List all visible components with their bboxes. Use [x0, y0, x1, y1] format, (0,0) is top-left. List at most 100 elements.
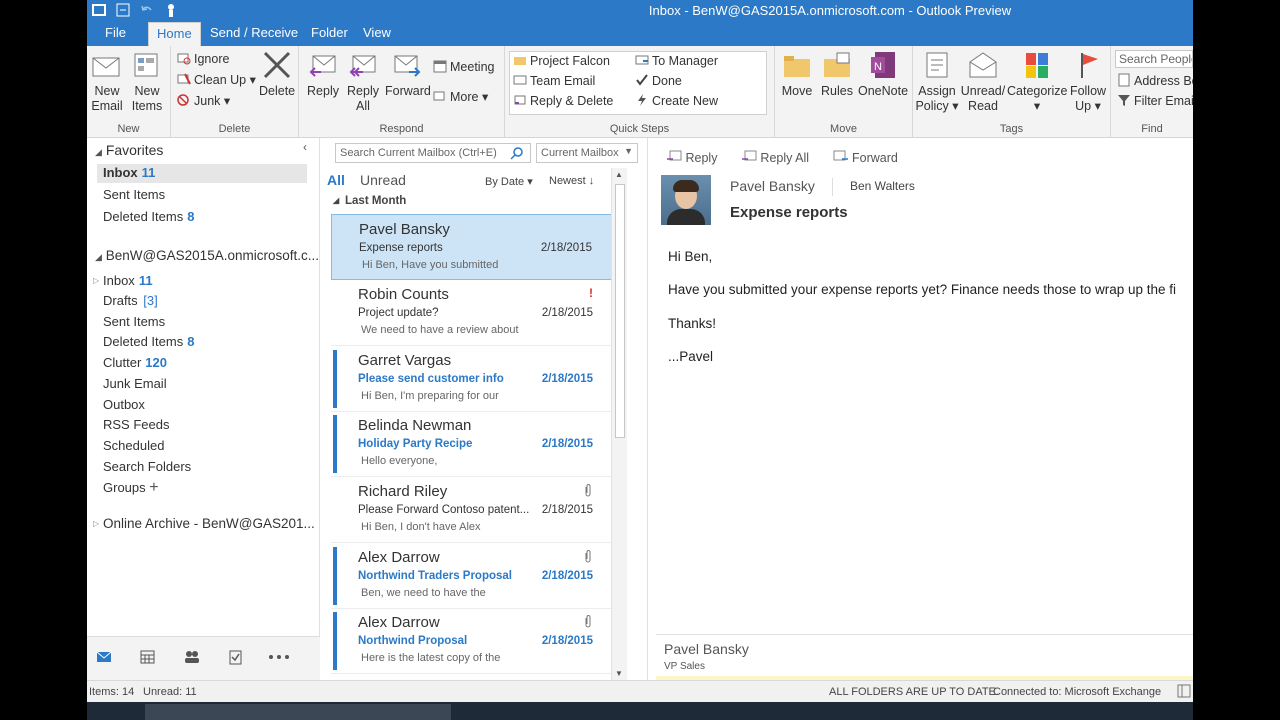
folder-groups[interactable]: Groups + — [103, 478, 159, 498]
sort-by-dropdown[interactable]: By Date ▾ — [485, 175, 533, 188]
follow-up-button[interactable]: Follow Up ▾ — [1067, 50, 1109, 114]
junk-button[interactable]: Junk ▾ — [177, 92, 230, 110]
account-header[interactable]: ◢ BenW@GAS2015A.onmicrosoft.c... — [95, 248, 319, 263]
qs-done[interactable]: Done — [635, 72, 682, 90]
online-archive[interactable]: ▷ Online Archive - BenW@GAS201... — [93, 514, 315, 534]
forward-icon — [833, 150, 848, 161]
sender-avatar[interactable] — [661, 175, 711, 225]
taskbar-search[interactable] — [145, 704, 451, 720]
filter-unread[interactable]: Unread — [360, 172, 406, 188]
assign-policy-button[interactable]: Assign Policy ▾ — [915, 50, 959, 114]
search-icon[interactable] — [510, 146, 524, 163]
status-connection: Connected to: Microsoft Exchange — [993, 686, 1162, 698]
folder-rss-feeds[interactable]: RSS Feeds — [103, 415, 169, 435]
move-button[interactable]: Move — [777, 50, 817, 99]
people-icon[interactable] — [183, 649, 201, 665]
people-pane-name[interactable]: Pavel Bansky — [664, 641, 749, 657]
tasks-icon[interactable] — [227, 649, 245, 665]
expand-triangle-icon: ▷ — [93, 276, 100, 285]
message-item[interactable]: Richard Riley Please Forward Contoso pat… — [331, 477, 617, 543]
reading-reply-button[interactable]: Reply — [666, 150, 727, 165]
message-item[interactable]: Pavel Bansky Expense reports 2/18/2015 H… — [331, 214, 617, 280]
folder-junk-email[interactable]: Junk Email — [103, 374, 167, 394]
rules-button[interactable]: Rules — [819, 50, 855, 99]
sender-name[interactable]: Pavel Bansky — [730, 178, 815, 194]
tab-home[interactable]: Home — [148, 22, 201, 46]
date-group-header[interactable]: ◢ Last Month — [333, 195, 406, 207]
recipient-name[interactable]: Ben Walters — [850, 179, 915, 193]
folder-drafts[interactable]: Drafts [3] — [103, 291, 158, 311]
status-sync: ALL FOLDERS ARE UP TO DATE. — [829, 686, 999, 698]
scroll-down-icon[interactable]: ▼ — [615, 669, 623, 678]
qs-to-manager[interactable]: To Manager — [635, 52, 718, 70]
folder-outbox[interactable]: Outbox — [103, 395, 145, 415]
clean-up-button[interactable]: Clean Up ▾ — [177, 71, 256, 89]
tab-view[interactable]: View — [355, 22, 399, 46]
filter-email-button[interactable]: Filter Email — [1117, 92, 1193, 110]
sort-order-toggle[interactable]: Newest ↓ — [549, 175, 594, 187]
mail-icon[interactable] — [96, 649, 114, 665]
message-item[interactable]: Alex Darrow Northwind Traders Proposal 2… — [331, 543, 617, 609]
forward-button[interactable]: Forward — [385, 50, 431, 99]
message-list-scrollbar[interactable]: ▲ ▼ — [611, 168, 627, 680]
categorize-button[interactable]: Categorize ▾ — [1007, 50, 1067, 114]
search-scope-dropdown[interactable]: Current Mailbox ▼ — [536, 143, 638, 163]
qs-team-email[interactable]: Team Email — [513, 72, 595, 90]
ribbon: New Email New Items New Ignore Clean Up … — [87, 46, 1193, 138]
group-delete: Ignore Clean Up ▾ Junk ▾ Delete Delete — [171, 46, 299, 138]
rules-icon — [824, 52, 850, 77]
message-item[interactable]: Alex Darrow Northwind Proposal 2/18/2015… — [331, 608, 617, 674]
search-people-input[interactable]: Search People — [1115, 50, 1193, 68]
add-group-icon[interactable]: + — [149, 479, 158, 496]
tab-folder[interactable]: Folder — [303, 22, 356, 46]
scrollbar-thumb[interactable] — [615, 184, 625, 438]
scroll-up-icon[interactable]: ▲ — [615, 170, 623, 179]
folder-deleted-items[interactable]: Deleted Items 8 — [103, 332, 194, 352]
qs-project-falcon[interactable]: Project Falcon — [513, 52, 610, 70]
qs-create-new[interactable]: Create New — [635, 92, 718, 110]
folder-inbox[interactable]: ▷ Inbox 11 — [93, 271, 153, 291]
delete-button[interactable]: Delete — [259, 50, 295, 99]
favorites-header[interactable]: ◢ Favorites — [95, 142, 163, 158]
outlook-window: Inbox - BenW@GAS2015A.onmicrosoft.com - … — [87, 0, 1193, 720]
search-mailbox-input[interactable]: Search Current Mailbox (Ctrl+E) — [335, 143, 531, 163]
reply-button[interactable]: Reply — [303, 50, 343, 99]
tab-send-receive[interactable]: Send / Receive — [202, 22, 306, 46]
new-email-button[interactable]: New Email — [89, 50, 125, 114]
new-items-button[interactable]: New Items — [129, 50, 165, 114]
tab-file[interactable]: File — [97, 22, 134, 46]
fav-sent-items[interactable]: Sent Items — [103, 185, 165, 205]
collapse-pane-icon[interactable]: ‹ — [303, 140, 307, 154]
filter-all[interactable]: All — [327, 172, 345, 188]
qs-reply-delete[interactable]: Reply & Delete — [513, 92, 613, 110]
folder-search-folders[interactable]: Search Folders — [103, 457, 191, 477]
reply-all-button[interactable]: Reply All — [343, 50, 383, 114]
more-respond-button[interactable]: More ▾ — [433, 88, 488, 106]
group-quick-steps: Project Falcon Team Email Reply & Delete… — [505, 46, 775, 138]
calendar-icon[interactable] — [139, 649, 157, 665]
folder-scheduled[interactable]: Scheduled — [103, 436, 164, 456]
message-item[interactable]: Belinda Newman Holiday Party Recipe 2/18… — [331, 411, 617, 477]
folder-clutter[interactable]: Clutter 120 — [103, 353, 167, 373]
navigation-bar — [87, 636, 320, 680]
fav-inbox[interactable]: Inbox 11 — [103, 163, 155, 183]
more-ellipsis-icon[interactable] — [267, 649, 293, 665]
view-normal-icon[interactable] — [1177, 684, 1191, 701]
group-respond: Reply Reply All Forward Meeting More ▾ R… — [299, 46, 505, 138]
message-item[interactable]: Garret Vargas Please send customer info … — [331, 346, 617, 412]
filter-icon — [1118, 95, 1130, 106]
fav-deleted-items[interactable]: Deleted Items 8 — [103, 207, 194, 227]
meeting-button[interactable]: Meeting — [433, 58, 494, 76]
folder-sent-items[interactable]: Sent Items — [103, 312, 165, 332]
ignore-button[interactable]: Ignore — [177, 50, 229, 68]
svg-text:N: N — [874, 61, 882, 73]
unread-read-button[interactable]: Unread/ Read — [959, 50, 1007, 114]
reply-delete-icon — [514, 95, 526, 105]
clean-up-icon — [177, 73, 191, 85]
new-items-icon — [134, 53, 158, 77]
address-book-button[interactable]: Address Bo — [1117, 72, 1193, 90]
message-item[interactable]: Robin Counts ! Project update? 2/18/2015… — [331, 280, 617, 346]
onenote-button[interactable]: N OneNote — [857, 50, 909, 99]
reading-forward-button[interactable]: Forward — [833, 150, 908, 165]
reading-reply-all-button[interactable]: Reply All — [741, 150, 819, 165]
